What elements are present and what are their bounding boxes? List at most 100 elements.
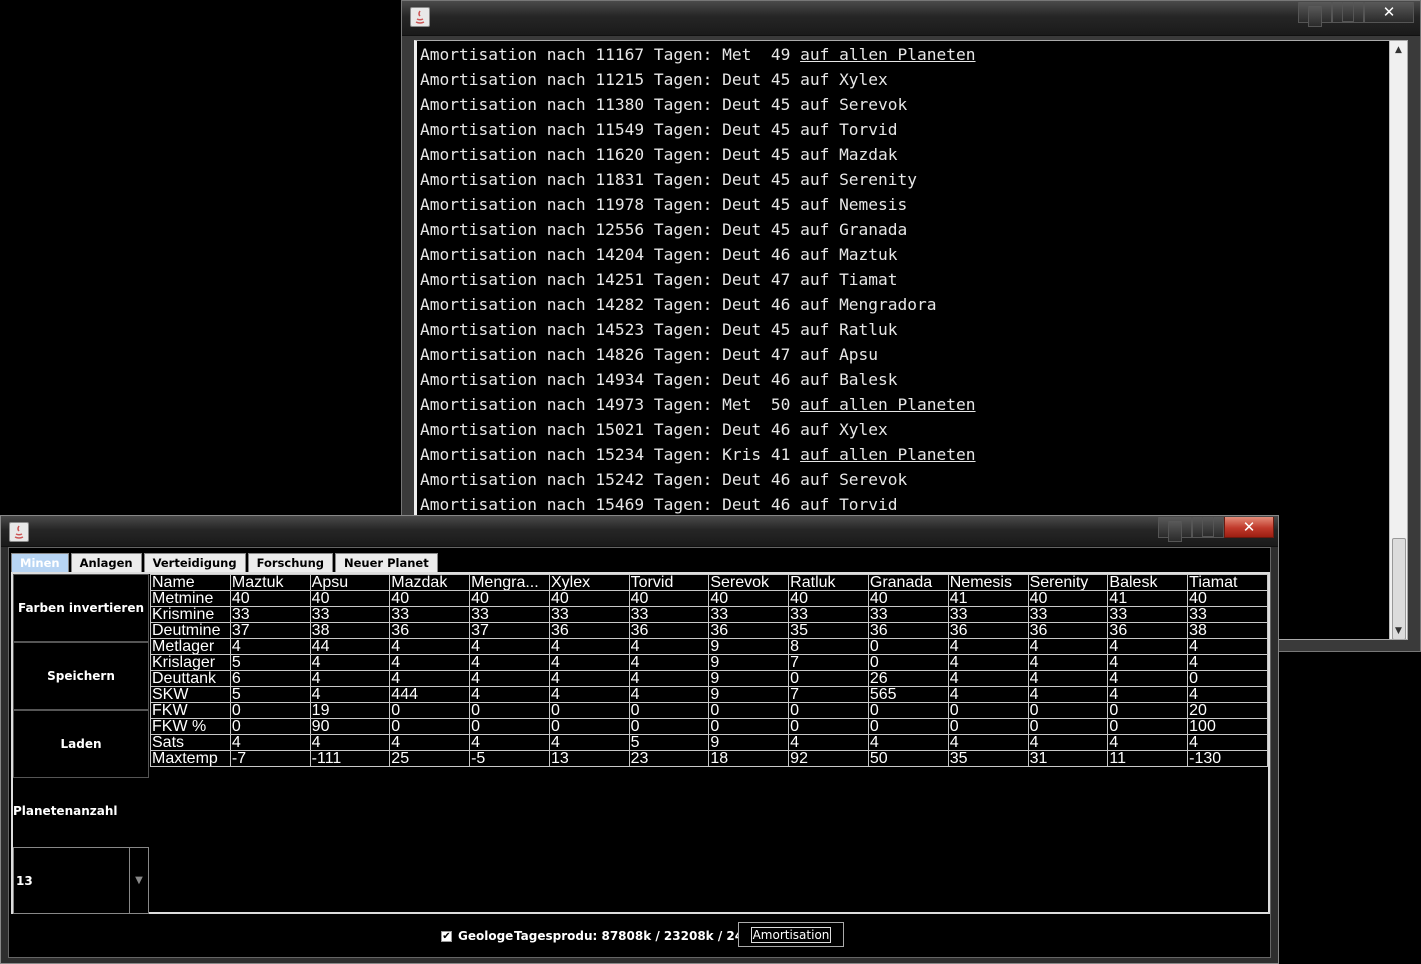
- row-header[interactable]: Maxtemp: [150, 750, 231, 767]
- table-cell[interactable]: 44: [309, 638, 391, 655]
- column-header[interactable]: Ratluk: [788, 574, 869, 591]
- table-cell[interactable]: 41: [947, 590, 1029, 607]
- row-header[interactable]: Metlager: [150, 638, 231, 655]
- table-cell[interactable]: 26: [867, 670, 949, 687]
- table-cell[interactable]: 4: [229, 734, 311, 751]
- row-header[interactable]: Krismine: [150, 606, 231, 623]
- row-header[interactable]: Metmine: [150, 590, 231, 607]
- table-cell[interactable]: 8: [788, 638, 869, 655]
- table-cell[interactable]: 0: [549, 718, 630, 735]
- table-cell[interactable]: 4: [1027, 670, 1109, 687]
- table-cell[interactable]: 19: [309, 702, 391, 719]
- table-cell[interactable]: 0: [867, 702, 949, 719]
- row-header[interactable]: FKW %: [150, 718, 231, 735]
- tab-forschung[interactable]: Forschung: [247, 553, 333, 572]
- table-cell[interactable]: 4: [1107, 638, 1189, 655]
- invert-colors-button[interactable]: Farben invertieren: [13, 574, 149, 642]
- column-header[interactable]: Torvid: [628, 574, 710, 591]
- console-vertical-scrollbar[interactable]: ▲ ▼: [1389, 41, 1407, 639]
- tab-anlagen[interactable]: Anlagen: [70, 553, 142, 572]
- table-cell[interactable]: 4: [549, 638, 630, 655]
- table-cell[interactable]: 38: [1187, 622, 1268, 639]
- column-header[interactable]: Balesk: [1107, 574, 1189, 591]
- table-cell[interactable]: 0: [867, 638, 949, 655]
- table-cell[interactable]: 4: [1107, 670, 1189, 687]
- geologe-checkbox[interactable]: ✔: [441, 931, 452, 942]
- table-cell[interactable]: 13: [549, 750, 630, 767]
- console-line-link[interactable]: auf allen Planeten: [800, 395, 975, 414]
- console-line-link[interactable]: auf allen Planeten: [800, 445, 975, 464]
- table-cell[interactable]: 4: [1187, 734, 1268, 751]
- table-cell[interactable]: 4: [469, 734, 550, 751]
- table-cell[interactable]: 4: [1187, 686, 1268, 703]
- load-button[interactable]: Laden: [13, 710, 149, 778]
- table-cell[interactable]: 4: [229, 638, 311, 655]
- table-cell[interactable]: 0: [389, 702, 471, 719]
- table-cell[interactable]: 0: [229, 718, 311, 735]
- planet-count-select[interactable]: 13 ▼: [13, 847, 149, 914]
- table-cell[interactable]: 40: [708, 590, 790, 607]
- row-header[interactable]: Krislager: [150, 654, 231, 671]
- table-cell[interactable]: 33: [1187, 606, 1268, 623]
- table-cell[interactable]: 37: [229, 622, 311, 639]
- table-cell[interactable]: 36: [867, 622, 949, 639]
- maximize-button[interactable]: [1192, 517, 1224, 538]
- table-cell[interactable]: 33: [229, 606, 311, 623]
- table-cell[interactable]: 4: [549, 654, 630, 671]
- column-header[interactable]: Granada: [867, 574, 949, 591]
- column-header[interactable]: Serenity: [1027, 574, 1109, 591]
- table-cell[interactable]: 37: [469, 622, 550, 639]
- table-cell[interactable]: 20: [1187, 702, 1268, 719]
- table-cell[interactable]: 40: [549, 590, 630, 607]
- table-cell[interactable]: 40: [1027, 590, 1109, 607]
- row-header[interactable]: Deutmine: [150, 622, 231, 639]
- table-cell[interactable]: -5: [469, 750, 550, 767]
- column-header[interactable]: Maztuk: [229, 574, 311, 591]
- table-cell[interactable]: 0: [628, 718, 710, 735]
- row-header[interactable]: FKW: [150, 702, 231, 719]
- table-cell[interactable]: 33: [708, 606, 790, 623]
- table-cell[interactable]: 33: [947, 606, 1029, 623]
- table-cell[interactable]: 9: [708, 670, 790, 687]
- table-cell[interactable]: 36: [628, 622, 710, 639]
- table-cell[interactable]: 7: [788, 654, 869, 671]
- table-cell[interactable]: 36: [1027, 622, 1109, 639]
- console-titlebar[interactable]: ✕: [402, 1, 1420, 36]
- row-header[interactable]: Sats: [150, 734, 231, 751]
- scroll-up-icon[interactable]: ▲: [1390, 41, 1407, 58]
- table-cell[interactable]: 33: [1027, 606, 1109, 623]
- table-cell[interactable]: 36: [1107, 622, 1189, 639]
- column-header[interactable]: Mazdak: [389, 574, 471, 591]
- table-cell[interactable]: 23: [628, 750, 710, 767]
- table-cell[interactable]: 0: [788, 702, 869, 719]
- table-cell[interactable]: 4: [1187, 654, 1268, 671]
- planner-titlebar[interactable]: ✕: [1, 516, 1278, 547]
- table-cell[interactable]: 4: [1187, 638, 1268, 655]
- table-cell[interactable]: 5: [628, 734, 710, 751]
- table-cell[interactable]: 4: [549, 670, 630, 687]
- table-cell[interactable]: 4: [867, 734, 949, 751]
- table-cell[interactable]: 4: [1027, 686, 1109, 703]
- table-cell[interactable]: 4: [309, 686, 391, 703]
- table-cell[interactable]: 40: [628, 590, 710, 607]
- table-cell[interactable]: 33: [628, 606, 710, 623]
- close-button[interactable]: ✕: [1224, 517, 1274, 538]
- table-cell[interactable]: -111: [309, 750, 391, 767]
- table-cell[interactable]: 9: [708, 638, 790, 655]
- table-cell[interactable]: 0: [788, 670, 869, 687]
- table-cell[interactable]: 4: [309, 734, 391, 751]
- table-cell[interactable]: 36: [947, 622, 1029, 639]
- table-cell[interactable]: 36: [389, 622, 471, 639]
- table-cell[interactable]: 0: [1027, 702, 1109, 719]
- table-cell[interactable]: 4: [1027, 638, 1109, 655]
- table-cell[interactable]: 4: [947, 686, 1029, 703]
- table-cell[interactable]: 25: [389, 750, 471, 767]
- table-cell[interactable]: 90: [309, 718, 391, 735]
- tab-minen[interactable]: Minen: [11, 553, 69, 572]
- table-cell[interactable]: 4: [549, 686, 630, 703]
- table-cell[interactable]: 33: [1107, 606, 1189, 623]
- maximize-button[interactable]: [1332, 2, 1364, 23]
- chevron-down-icon[interactable]: ▼: [129, 848, 148, 913]
- column-header[interactable]: Mengra...: [469, 574, 550, 591]
- table-cell[interactable]: 0: [708, 718, 790, 735]
